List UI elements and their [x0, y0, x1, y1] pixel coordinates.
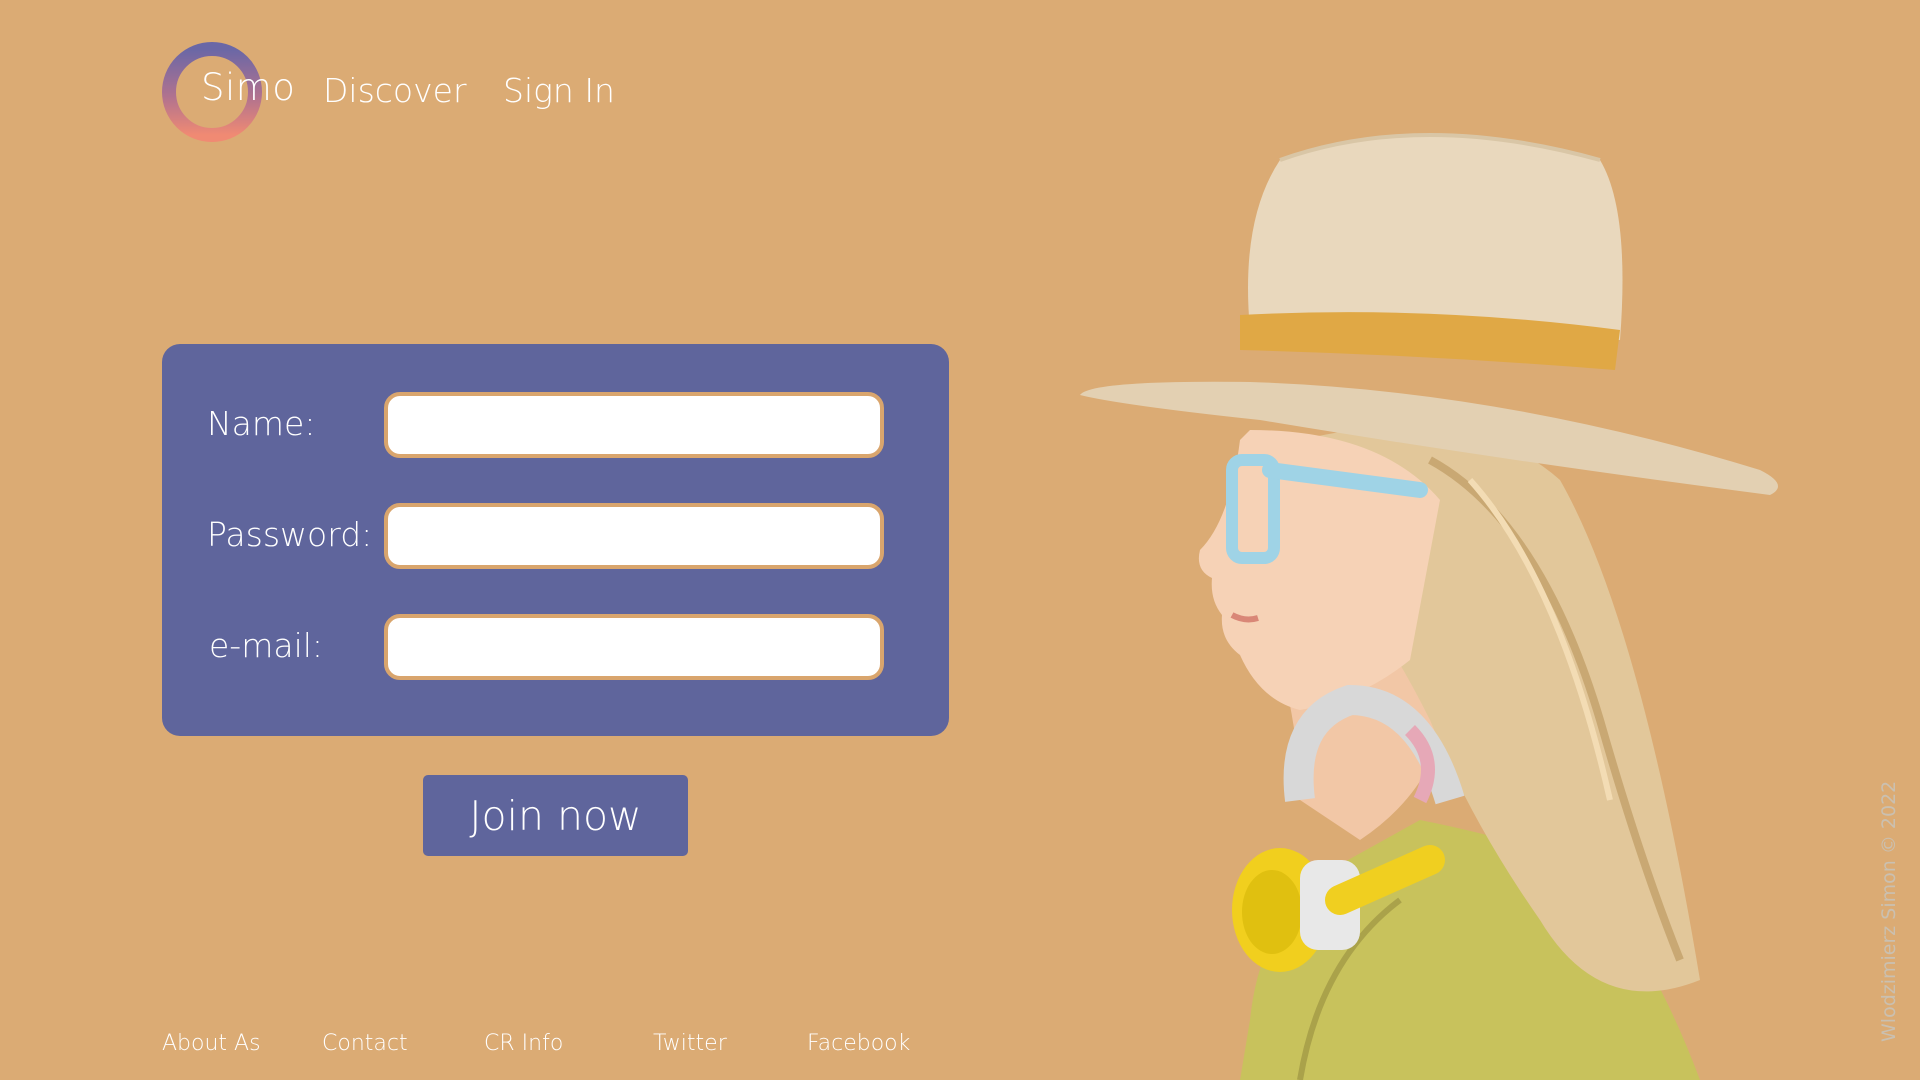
- photo-credit: Wlodzimierz Simon © 2022: [1878, 780, 1900, 1042]
- name-input[interactable]: [384, 392, 884, 458]
- form-row-name: Name:: [162, 392, 949, 458]
- join-now-button[interactable]: Join now: [423, 775, 688, 856]
- password-label: Password:: [207, 515, 373, 554]
- form-row-email: e-mail:: [162, 614, 949, 680]
- nav-discover[interactable]: Discover: [323, 71, 467, 110]
- nav-sign-in[interactable]: Sign In: [503, 71, 615, 110]
- email-input[interactable]: [384, 614, 884, 680]
- signup-form-card: Name: Password: e-mail:: [162, 344, 949, 736]
- password-input[interactable]: [384, 503, 884, 569]
- form-row-password: Password:: [162, 503, 949, 569]
- footer-facebook-link[interactable]: Facebook: [807, 1031, 910, 1056]
- footer-contact-link[interactable]: Contact: [322, 1031, 408, 1056]
- page: Simo Discover Sign In Name: Password: e-…: [0, 0, 1920, 1080]
- hero-photo: [1000, 100, 1880, 1080]
- footer-cr-info-link[interactable]: CR Info: [484, 1031, 563, 1056]
- name-label: Name:: [207, 404, 316, 443]
- footer-twitter-link[interactable]: Twitter: [653, 1031, 727, 1056]
- footer-about-link[interactable]: About As: [162, 1031, 261, 1056]
- email-label: e-mail:: [209, 626, 324, 665]
- logo-text[interactable]: Simo: [201, 66, 295, 109]
